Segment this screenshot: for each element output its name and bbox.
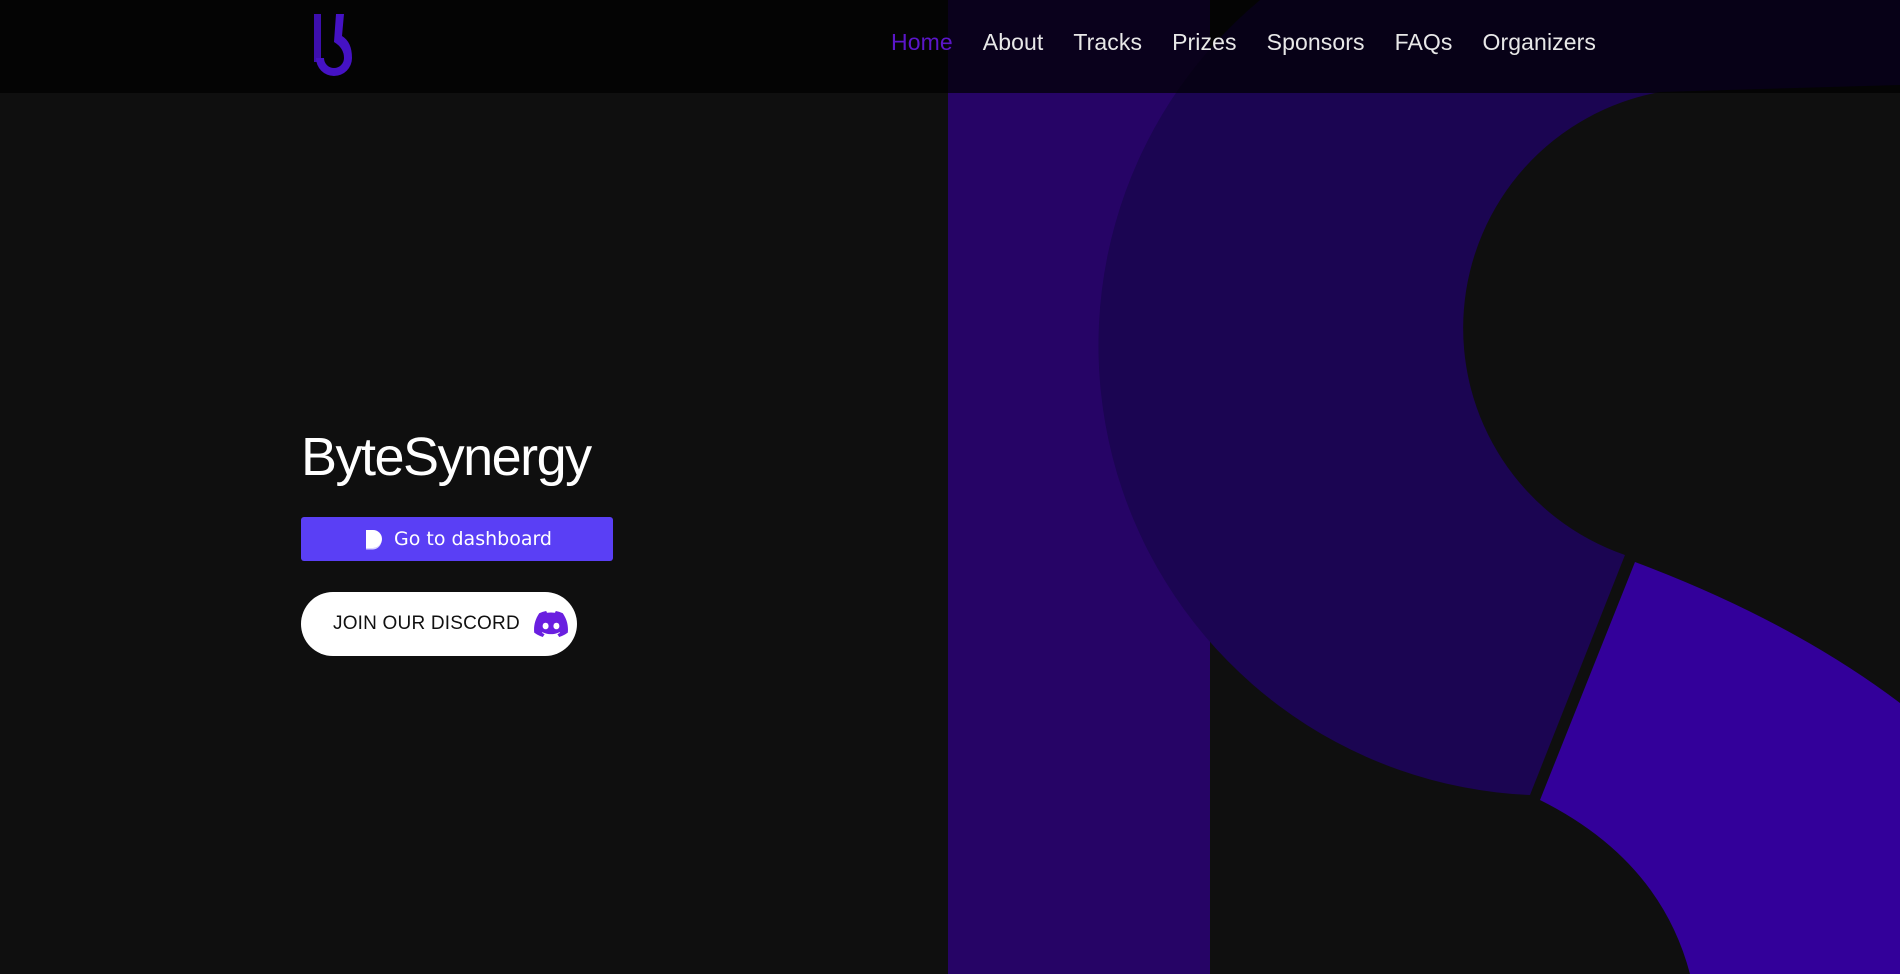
nav-item-prizes[interactable]: Prizes [1172, 29, 1237, 56]
discord-icon [533, 611, 568, 637]
top-navbar: Home About Tracks Prizes Sponsors FAQs O… [0, 0, 1900, 93]
go-to-dashboard-button[interactable]: Go to dashboard [301, 517, 613, 561]
join-discord-label: JOIN OUR DISCORD [333, 613, 520, 634]
bytesynergy-logo-icon[interactable] [312, 12, 354, 80]
landing-page: Home About Tracks Prizes Sponsors FAQs O… [0, 0, 1900, 974]
background-bs-monogram-graphic [948, 0, 1900, 974]
nav-item-organizers[interactable]: Organizers [1483, 29, 1596, 56]
devfolio-d-icon [365, 530, 382, 550]
hero-title: ByteSynergy [301, 427, 592, 487]
nav-item-faqs[interactable]: FAQs [1395, 29, 1453, 56]
hero-section: ByteSynergy Go to dashboard JOIN OUR DIS… [301, 425, 613, 656]
nav-item-tracks[interactable]: Tracks [1073, 29, 1142, 56]
nav-item-about[interactable]: About [983, 29, 1044, 56]
go-to-dashboard-label: Go to dashboard [393, 528, 552, 550]
nav-item-home[interactable]: Home [891, 29, 953, 56]
nav-item-sponsors[interactable]: Sponsors [1267, 29, 1365, 56]
main-nav: Home About Tracks Prizes Sponsors FAQs O… [891, 0, 1596, 84]
join-discord-button[interactable]: JOIN OUR DISCORD [301, 592, 577, 656]
